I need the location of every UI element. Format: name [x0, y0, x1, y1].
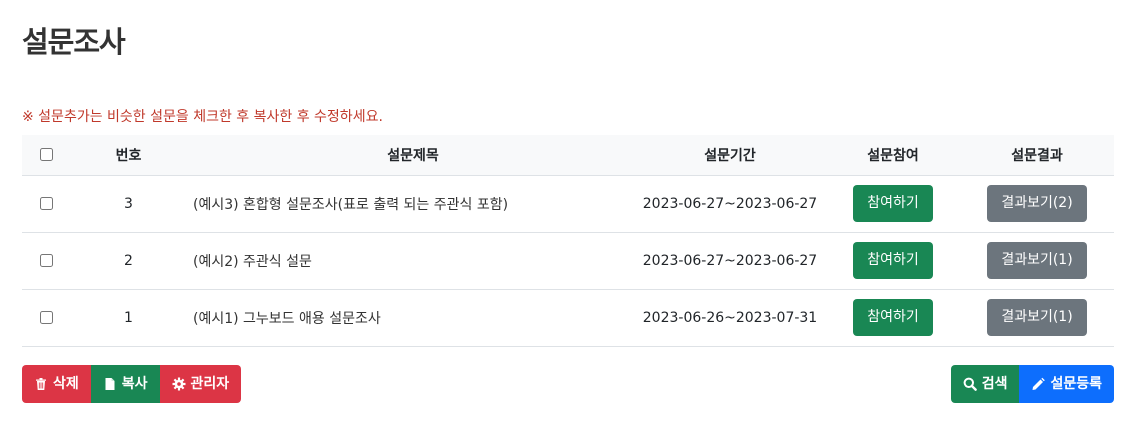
header-number: 번호 — [70, 135, 187, 176]
file-icon — [103, 377, 117, 391]
select-all-checkbox[interactable] — [39, 148, 53, 162]
row-result-cell: 결과보기(1) — [960, 289, 1114, 347]
row-period: 2023-06-26~2023-07-31 — [634, 289, 826, 347]
row-check-cell — [22, 232, 70, 290]
row-checkbox[interactable] — [39, 311, 53, 324]
table-row: 1 (예시1) 그누보드 애용 설문조사 2023-06-26~2023-07-… — [22, 289, 1114, 347]
result-button[interactable]: 결과보기(1) — [987, 242, 1087, 279]
header-period: 설문기간 — [634, 135, 826, 176]
row-title-link[interactable]: (예시3) 혼합형 설문조사(표로 출력 되는 주관식 포함) — [187, 175, 634, 233]
header-title: 설문제목 — [187, 135, 634, 176]
row-check-cell — [22, 289, 70, 347]
main-action-group: 검색 설문등록 — [950, 365, 1114, 403]
table-row: 2 (예시2) 주관식 설문 2023-06-27~2023-06-27 참여하… — [22, 232, 1114, 290]
row-checkbox[interactable] — [39, 197, 53, 210]
join-button[interactable]: 참여하기 — [853, 299, 933, 336]
bulk-action-group: 삭제 복사 관리자 — [22, 365, 242, 403]
header-join: 설문참여 — [826, 135, 960, 176]
survey-table: 번호 설문제목 설문기간 설문참여 설문결과 3 (예시3) 혼합형 설문조사(… — [22, 135, 1114, 347]
result-button[interactable]: 결과보기(1) — [987, 299, 1087, 336]
register-label: 설문등록 — [1050, 376, 1102, 392]
delete-label: 삭제 — [53, 376, 79, 392]
search-label: 검색 — [981, 376, 1008, 392]
page-title: 설문조사 — [22, 25, 126, 59]
row-check-cell — [22, 175, 70, 233]
copy-button[interactable]: 복사 — [90, 365, 160, 403]
row-join-cell: 참여하기 — [826, 175, 960, 233]
table-header-row: 번호 설문제목 설문기간 설문참여 설문결과 — [22, 135, 1114, 176]
trash-icon — [34, 377, 48, 391]
gear-icon — [172, 377, 186, 391]
delete-button[interactable]: 삭제 — [22, 365, 91, 403]
join-button[interactable]: 참여하기 — [853, 242, 933, 279]
result-button[interactable]: 결과보기(2) — [987, 185, 1087, 222]
row-checkbox[interactable] — [39, 254, 53, 267]
admin-label: 관리자 — [190, 376, 230, 392]
row-period: 2023-06-27~2023-06-27 — [634, 232, 826, 290]
row-join-cell: 참여하기 — [826, 232, 960, 290]
register-button[interactable]: 설문등록 — [1019, 365, 1114, 403]
join-button[interactable]: 참여하기 — [853, 185, 933, 222]
row-title-link[interactable]: (예시1) 그누보드 애용 설문조사 — [187, 289, 634, 347]
row-result-cell: 결과보기(2) — [960, 175, 1114, 233]
search-button[interactable]: 검색 — [950, 365, 1020, 403]
row-join-cell: 참여하기 — [826, 289, 960, 347]
search-icon — [963, 377, 977, 391]
pencil-icon — [1031, 377, 1046, 391]
row-number: 1 — [70, 289, 187, 347]
row-number: 3 — [70, 175, 187, 233]
row-number: 2 — [70, 232, 187, 290]
row-result-cell: 결과보기(1) — [960, 232, 1114, 290]
header-select-all-cell — [22, 135, 70, 176]
table-row: 3 (예시3) 혼합형 설문조사(표로 출력 되는 주관식 포함) 2023-0… — [22, 175, 1114, 233]
row-period: 2023-06-27~2023-06-27 — [634, 175, 826, 233]
notice-text: ※ 설문추가는 비슷한 설문을 체크한 후 복사한 후 수정하세요. — [22, 109, 383, 125]
admin-button[interactable]: 관리자 — [159, 365, 242, 403]
header-result: 설문결과 — [960, 135, 1114, 176]
copy-label: 복사 — [121, 376, 148, 392]
row-title-link[interactable]: (예시2) 주관식 설문 — [187, 232, 634, 290]
